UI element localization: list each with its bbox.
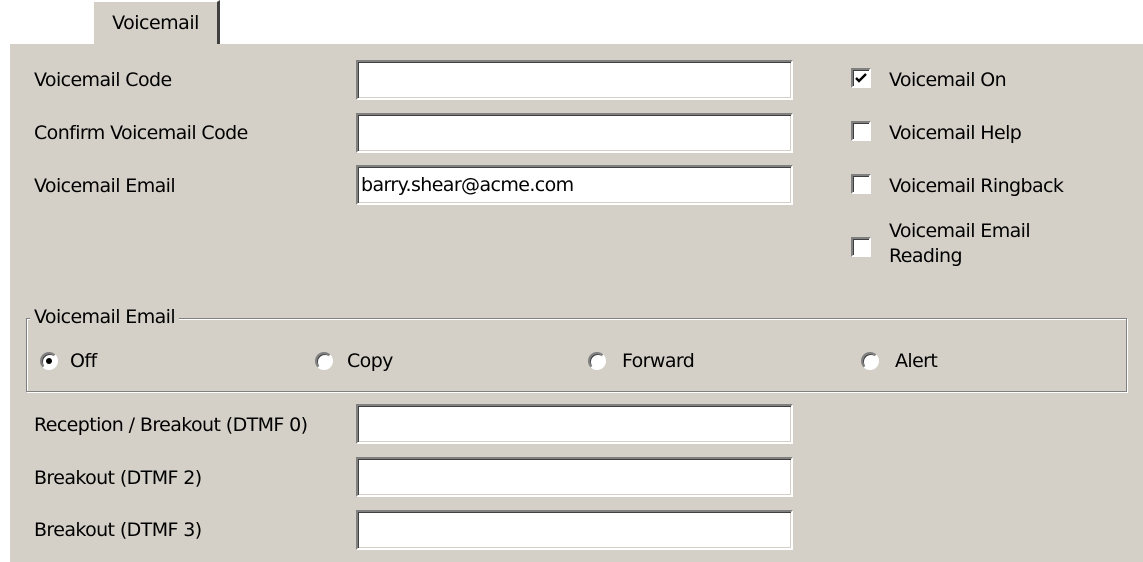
voicemail-email-reading-checkbox[interactable] <box>851 237 871 257</box>
voicemail-email-label: Voicemail Email <box>34 175 176 197</box>
voicemail-ringback-checkbox[interactable] <box>851 174 871 194</box>
radio-selected-dot <box>46 358 52 364</box>
voicemail-code-label: Voicemail Code <box>34 69 172 91</box>
radio-off[interactable] <box>40 352 58 370</box>
voicemail-email-input[interactable] <box>356 165 793 205</box>
breakout-dtmf3-input[interactable] <box>356 510 793 550</box>
voicemail-help-label: Voicemail Help <box>889 122 1022 144</box>
breakout-dtmf3-label: Breakout (DTMF 3) <box>34 519 202 541</box>
voicemail-email-reading-label-line1: Voicemail Email <box>889 220 1031 242</box>
voicemail-help-checkbox[interactable] <box>851 121 871 141</box>
voicemail-on-label: Voicemail On <box>889 69 1007 91</box>
radio-copy-label: Copy <box>347 350 393 372</box>
radio-copy[interactable] <box>315 352 333 370</box>
voicemail-ringback-label: Voicemail Ringback <box>889 175 1064 197</box>
voicemail-code-input[interactable] <box>356 60 793 100</box>
checkmark-icon <box>855 73 867 83</box>
breakout-dtmf2-label: Breakout (DTMF 2) <box>34 467 202 489</box>
voicemail-email-group-legend: Voicemail Email <box>30 306 180 328</box>
radio-off-label: Off <box>70 350 97 372</box>
radio-alert-label: Alert <box>895 350 938 372</box>
voicemail-on-checkbox[interactable] <box>851 68 871 88</box>
radio-alert[interactable] <box>861 352 879 370</box>
tab-voicemail-label: Voicemail <box>112 12 199 34</box>
confirm-voicemail-code-input[interactable] <box>356 113 793 153</box>
voicemail-email-reading-label: Voicemail Email Reading <box>889 219 1031 269</box>
radio-forward[interactable] <box>588 352 606 370</box>
reception-breakout-input[interactable] <box>356 404 793 444</box>
voicemail-email-group <box>26 318 1127 392</box>
tab-voicemail[interactable]: Voicemail <box>92 0 220 44</box>
voicemail-email-reading-label-line2: Reading <box>889 245 963 267</box>
breakout-dtmf2-input[interactable] <box>356 457 793 497</box>
confirm-voicemail-code-label: Confirm Voicemail Code <box>34 122 248 144</box>
radio-forward-label: Forward <box>622 350 695 372</box>
reception-breakout-label: Reception / Breakout (DTMF 0) <box>34 414 308 436</box>
